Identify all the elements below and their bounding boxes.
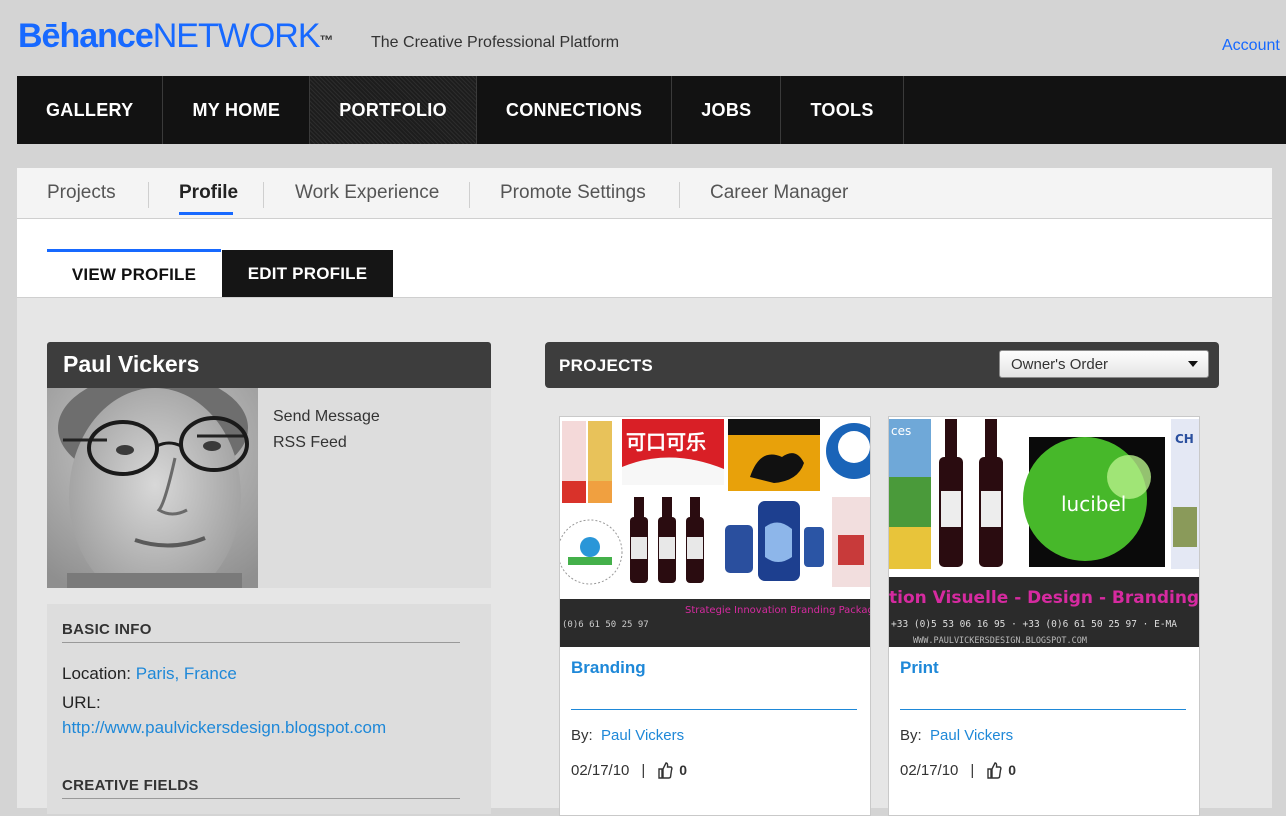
location-label: Location: — [62, 664, 131, 683]
location-link[interactable]: Paris, France — [136, 664, 237, 683]
subnav-work-experience[interactable]: Work Experience — [295, 182, 439, 204]
subnav-career-manager[interactable]: Career Manager — [710, 182, 848, 204]
phone-text: +33 (0)5 53 06 16 95 · +33 (0)6 61 50 25… — [891, 619, 1177, 630]
projects-header: PROJECTS Owner's Order — [545, 342, 1219, 388]
chevron-down-icon — [1188, 361, 1198, 367]
branding-collage: 可口可乐 Strategie Innovation Branding Packa… — [560, 417, 870, 647]
ces-text: ces — [891, 424, 911, 438]
by-label: By: — [900, 727, 922, 744]
profile-header: Paul Vickers — [47, 342, 491, 388]
sub-nav: Projects Profile Work Experience Promote… — [17, 168, 1272, 219]
project-byline: By: Paul Vickers — [900, 727, 1013, 744]
project-card-print[interactable]: ces lucibel CH tion Visuelle - Design - … — [888, 416, 1200, 816]
url-label: URL: — [62, 693, 101, 712]
nav-jobs[interactable]: JOBS — [672, 76, 782, 144]
tab-view-profile[interactable]: VIEW PROFILE — [47, 249, 221, 297]
project-thumbnail[interactable]: 可口可乐 Strategie Innovation Branding Packa… — [560, 417, 870, 647]
creative-fields-title: CREATIVE FIELDS — [62, 777, 199, 794]
send-message-link[interactable]: Send Message — [273, 404, 380, 430]
account-link[interactable]: Account — [1222, 37, 1280, 55]
subnav-profile[interactable]: Profile — [179, 182, 238, 204]
project-author-link[interactable]: Paul Vickers — [601, 727, 684, 744]
basic-info-section: BASIC INFO Location: Paris, France URL: … — [47, 604, 491, 814]
nav-gallery[interactable]: GALLERY — [17, 76, 164, 144]
logo-trademark: ™ — [319, 32, 334, 48]
nav-connections[interactable]: CONNECTIONS — [477, 76, 673, 144]
project-card-branding[interactable]: 可口可乐 Strategie Innovation Branding Packa… — [559, 416, 871, 816]
nav-my-home[interactable]: MY HOME — [163, 76, 311, 144]
logo-primary: Bēhance — [18, 17, 154, 55]
project-meta: 02/17/10 | 0 — [571, 761, 687, 779]
project-title[interactable]: Print — [900, 658, 939, 678]
profile-photo — [47, 388, 258, 588]
rss-feed-link[interactable]: RSS Feed — [273, 430, 380, 456]
cola-logo-text: 可口可乐 — [626, 430, 706, 454]
location-row: Location: Paris, France — [62, 664, 237, 684]
banner-text: Strategie Innovation Branding Packaging — [685, 605, 870, 616]
tagline: The Creative Professional Platform — [371, 34, 620, 51]
project-thumbnail[interactable]: ces lucibel CH tion Visuelle - Design - … — [889, 417, 1199, 647]
project-title[interactable]: Branding — [571, 658, 646, 678]
tab-edit-profile[interactable]: EDIT PROFILE — [222, 250, 393, 297]
ch-text: CH — [1175, 432, 1194, 446]
project-byline: By: Paul Vickers — [571, 727, 684, 744]
subnav-separator — [469, 182, 470, 208]
nav-portfolio[interactable]: PORTFOLIO — [310, 76, 477, 144]
main-nav: GALLERY MY HOME PORTFOLIO CONNECTIONS JO… — [17, 76, 1286, 144]
thumbs-up-icon[interactable] — [986, 761, 1002, 779]
thumbs-up-icon[interactable] — [657, 761, 673, 779]
phone-text: (0)6 61 50 25 97 — [562, 620, 649, 630]
section-divider — [62, 798, 460, 799]
basic-info-title: BASIC INFO — [62, 621, 152, 638]
subnav-separator — [263, 182, 264, 208]
project-date: 02/17/10 — [571, 761, 630, 779]
profile-summary: Send Message RSS Feed — [47, 388, 491, 588]
appreciation-count: 0 — [1008, 762, 1017, 778]
by-label: By: — [571, 727, 593, 744]
project-date: 02/17/10 — [900, 761, 959, 779]
project-author-link[interactable]: Paul Vickers — [930, 727, 1013, 744]
section-divider — [62, 642, 460, 643]
url-link[interactable]: http://www.paulvickersdesign.blogspot.co… — [62, 718, 386, 738]
behance-logo[interactable]: BēhanceNETWORK™ — [18, 18, 334, 54]
lucibel-text: lucibel — [1061, 492, 1126, 516]
project-divider — [571, 709, 857, 710]
appreciation-count: 0 — [679, 762, 688, 778]
portrait-image — [47, 388, 258, 588]
sort-order-select[interactable]: Owner's Order — [999, 350, 1209, 378]
meta-separator: | — [970, 761, 975, 779]
subnav-promote-settings[interactable]: Promote Settings — [500, 182, 646, 204]
subnav-separator — [679, 182, 680, 208]
banner-text: tion Visuelle - Design - Branding — [889, 588, 1199, 608]
site-text: WWW.PAULVICKERSDESIGN.BLOGSPOT.COM — [913, 636, 1087, 646]
profile-name: Paul Vickers — [63, 351, 200, 377]
subnav-active-underline — [179, 212, 233, 215]
project-divider — [900, 709, 1186, 710]
project-meta: 02/17/10 | 0 — [900, 761, 1016, 779]
subnav-separator — [148, 182, 149, 208]
sort-order-value: Owner's Order — [1011, 356, 1109, 373]
profile-tabs: VIEW PROFILE EDIT PROFILE — [17, 219, 1272, 298]
logo-secondary: NETWORK — [152, 17, 321, 55]
meta-separator: | — [641, 761, 646, 779]
print-collage: ces lucibel CH tion Visuelle - Design - … — [889, 417, 1199, 647]
nav-tools[interactable]: TOOLS — [781, 76, 904, 144]
projects-title: PROJECTS — [559, 356, 654, 375]
subnav-projects[interactable]: Projects — [47, 182, 116, 204]
